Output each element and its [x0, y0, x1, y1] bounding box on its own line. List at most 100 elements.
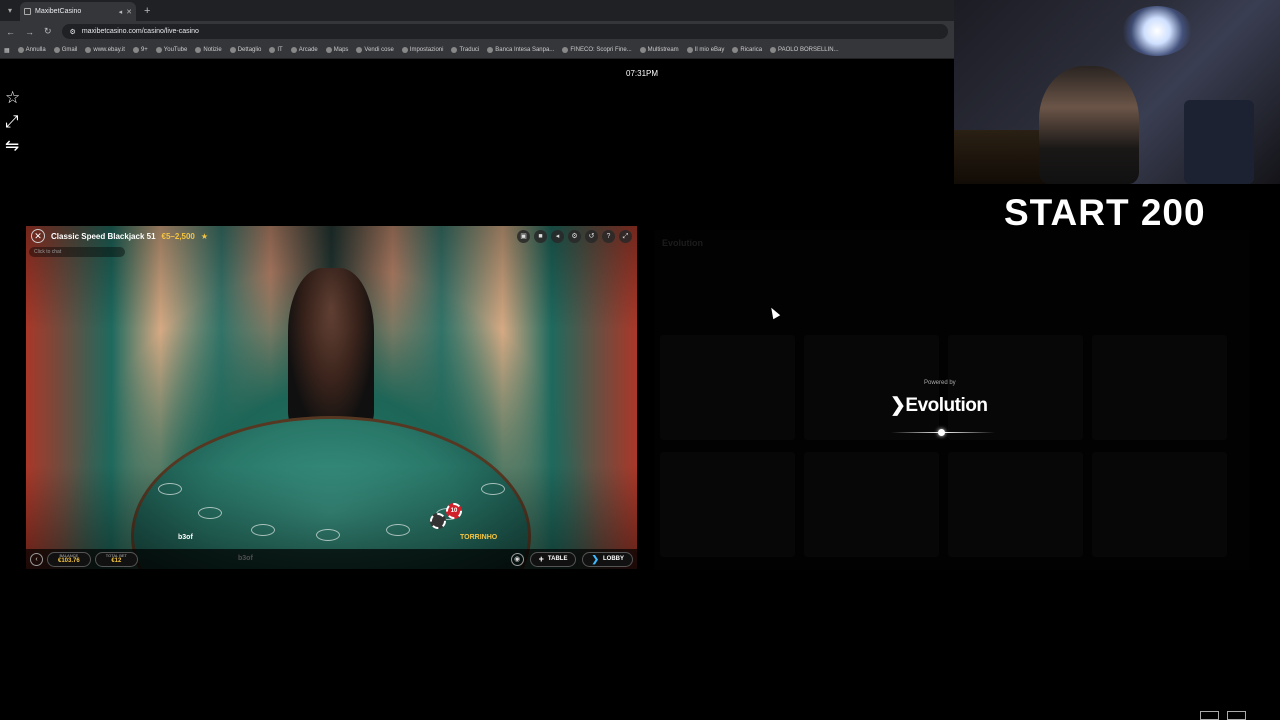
live-blackjack-game[interactable]: 10 ✕ Classic Speed Blackjack 51 €5–2,500…	[26, 226, 637, 569]
bookmark-item[interactable]: Dettaglio	[229, 47, 261, 53]
bookmark-item[interactable]: Arcade	[290, 47, 318, 53]
settings-icon[interactable]: ⚙	[568, 229, 581, 243]
bookmark-item[interactable]: Maps	[325, 47, 348, 53]
lobby-button[interactable]: ❯ LOBBY	[582, 551, 633, 567]
bookmark-item[interactable]: Ricarica	[732, 47, 762, 53]
bookmark-icon	[85, 47, 92, 53]
bookmark-item[interactable]: Traduci	[451, 47, 479, 53]
evolution-logo: ❯Evolution	[890, 394, 988, 417]
apps-icon[interactable]: ▦	[4, 47, 10, 54]
star-icon[interactable]: ☆	[5, 88, 20, 107]
close-game-icon[interactable]: ✕	[31, 229, 45, 243]
table-button[interactable]: + TABLE	[529, 551, 577, 567]
chat-icon[interactable]: ▣	[517, 229, 530, 243]
game-tools: ▣ ■ ◂ ⚙ ↺ ? ⤢	[517, 229, 632, 243]
lobby-card-placeholder	[1092, 452, 1227, 557]
bet-limits: €5–2,500	[161, 231, 195, 241]
chat-input[interactable]: Click to chat	[29, 247, 125, 257]
bookmark-item[interactable]: FINECO: Scopri Fine...	[562, 47, 632, 53]
layout-icon[interactable]	[1200, 711, 1219, 720]
webcam-feed	[954, 0, 1280, 184]
bet-chip-stack[interactable]	[430, 513, 446, 529]
favorite-icon[interactable]: ★	[201, 232, 208, 241]
browser-tab[interactable]: MaxibetCasino ◂ ✕	[20, 2, 136, 21]
lobby-card-placeholder	[948, 335, 1083, 440]
back-icon[interactable]: ‹	[30, 552, 43, 566]
bookmark-item[interactable]: 9+	[132, 47, 148, 53]
bookmark-item[interactable]: Gmail	[53, 47, 77, 53]
seat-spot[interactable]	[251, 524, 275, 536]
game-footer: ‹ BALANCE €103.76 TOTAL BET €12 ◉ + TABL…	[26, 549, 637, 569]
evolution-loading-panel: Evolution Powered by ❯Evolution	[654, 230, 1250, 570]
bookmark-item[interactable]: Il mio eBay	[686, 47, 724, 53]
table-button-label: TABLE	[547, 556, 568, 562]
browser-tab-bar: ▾ MaxibetCasino ◂ ✕ +	[0, 0, 954, 21]
total-bet-pill: TOTAL BET €12	[94, 551, 138, 567]
webcam-chair	[1184, 100, 1254, 184]
site-info-icon[interactable]: ⚙	[70, 28, 76, 36]
bookmark-icon	[53, 47, 60, 53]
address-bar-row: ← → ↻ ⚙ maxibetcasino.com/casino/live-ca…	[0, 21, 954, 42]
bookmark-item[interactable]: Annulla	[17, 47, 46, 53]
video-icon[interactable]: ■	[534, 229, 547, 243]
seat-spot[interactable]	[198, 507, 222, 519]
lobby-card-placeholder	[660, 452, 795, 557]
url-field[interactable]: ⚙ maxibetcasino.com/casino/live-casino	[61, 24, 948, 39]
tab-title: MaxibetCasino	[35, 8, 82, 15]
lobby-card-placeholder	[660, 335, 795, 440]
forward-icon[interactable]: →	[25, 27, 34, 37]
favicon-icon	[24, 8, 31, 15]
bookmark-icon	[487, 47, 494, 53]
bet-chip[interactable]: 10	[446, 503, 462, 519]
lobby-logo-faded: Evolution	[662, 238, 703, 248]
bookmark-icon	[290, 47, 297, 53]
eye-icon[interactable]: ◉	[510, 552, 524, 566]
bookmark-icon	[770, 47, 777, 53]
bookmark-item[interactable]: Multistream	[639, 47, 679, 53]
balance-pill: BALANCE €103.76	[47, 551, 91, 567]
bookmark-icon	[195, 47, 202, 53]
history-icon[interactable]: ↺	[585, 229, 598, 243]
game-title: Classic Speed Blackjack 51	[51, 231, 156, 241]
new-tab-icon[interactable]: +	[144, 5, 150, 17]
close-tab-icon[interactable]: ✕	[126, 8, 132, 16]
bookmark-item[interactable]: Impostazioni	[401, 47, 443, 53]
bookmark-item[interactable]: www.ebay.it	[85, 47, 125, 53]
lobby-icon: ❯	[591, 553, 599, 564]
bookmark-icon	[17, 47, 24, 53]
bookmark-item[interactable]: PAOLO BORSELLIN...	[770, 47, 839, 53]
grid-icon[interactable]	[1227, 711, 1246, 720]
seat-spot[interactable]	[481, 483, 505, 495]
bookmark-icon	[356, 47, 363, 53]
game-header: ✕ Classic Speed Blackjack 51 €5–2,500 ★ …	[26, 226, 637, 246]
lobby-button-label: LOBBY	[603, 556, 624, 562]
bookmark-item[interactable]: YouTube	[155, 47, 187, 53]
tab-search-icon[interactable]: ▾	[0, 6, 20, 15]
powered-by-text: Powered by	[924, 380, 956, 386]
help-icon[interactable]: ?	[602, 229, 615, 243]
bookmark-icon	[325, 47, 332, 53]
seat-spot[interactable]	[158, 483, 182, 495]
bookmark-icon	[451, 47, 458, 53]
bookmark-icon	[639, 47, 646, 53]
seat-player-name: TORRINHO	[460, 534, 498, 541]
footer-actions: ◉ + TABLE ❯ LOBBY	[510, 551, 633, 567]
seat-spot[interactable]	[386, 524, 410, 536]
bookmark-item[interactable]: IT	[269, 47, 283, 53]
seat-player-name: b3of	[178, 534, 193, 541]
bookmark-icon	[269, 47, 276, 53]
swap-icon[interactable]: ⇋	[5, 136, 20, 155]
bookmark-icon	[562, 47, 569, 53]
reload-icon[interactable]: ↻	[44, 26, 52, 37]
corner-controls	[1200, 711, 1246, 720]
bookmark-item[interactable]: Vendi cose	[356, 47, 394, 53]
bookmark-item[interactable]: Notizie	[195, 47, 222, 53]
fullscreen-icon[interactable]: ⤢	[5, 112, 20, 131]
bookmark-item[interactable]: Banca Intesa Sanpa...	[487, 47, 554, 53]
seat-spot[interactable]	[316, 529, 340, 541]
sound-icon[interactable]: ◂	[551, 229, 564, 243]
total-bet-value: €12	[111, 558, 122, 564]
back-icon[interactable]: ←	[6, 27, 15, 37]
fullscreen-icon[interactable]: ⤢	[619, 229, 632, 243]
mute-icon[interactable]: ◂	[119, 8, 123, 16]
